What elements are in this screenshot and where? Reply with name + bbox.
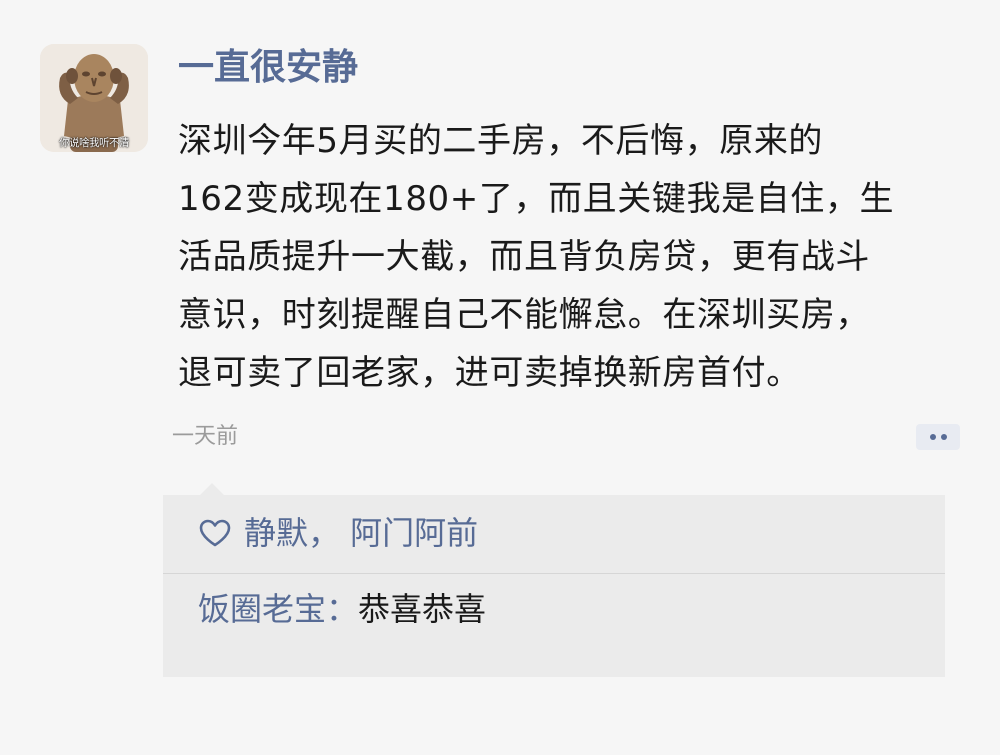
divider: [163, 573, 945, 574]
likes-names[interactable]: 静默， 阿门阿前: [244, 510, 478, 556]
heart-outline-icon: [199, 519, 231, 547]
username[interactable]: 一直很安静: [178, 44, 358, 92]
dot-icon: [930, 434, 936, 440]
post-content-line: 162变成现在180+了，而且关键我是自住，生: [178, 179, 895, 219]
dot-icon: [941, 434, 947, 440]
post-content-line: 退可卖了回老家，进可卖掉换新房首付。: [178, 353, 801, 393]
panel-pointer: [200, 483, 224, 495]
more-options-button[interactable]: [916, 424, 960, 450]
post-content-line: 活品质提升一大截，而且背负房贷，更有战斗: [178, 237, 870, 277]
comment-author[interactable]: 饭圈老宝: [198, 590, 326, 628]
comment-separator: ：: [326, 590, 359, 628]
comment-text: 恭喜恭喜: [358, 590, 487, 628]
avatar-caption: 你说啥我听不清: [59, 137, 130, 149]
avatar[interactable]: 你说啥我听不清: [40, 44, 148, 152]
post-content-line: 深圳今年5月买的二手房，不后悔，原来的: [178, 121, 824, 161]
comment-item[interactable]: 饭圈老宝：恭喜恭喜: [198, 586, 486, 632]
moments-post: 你说啥我听不清 一直很安静 深圳今年5月买的二手房，不后悔，原来的 162变成现…: [0, 0, 1000, 755]
likes-row: 静默， 阿门阿前: [198, 510, 478, 556]
post-content-line: 意识，时刻提醒自己不能懈怠。在深圳买房，: [178, 295, 870, 335]
statue-figure-icon: [40, 44, 148, 152]
post-content: 深圳今年5月买的二手房，不后悔，原来的 162变成现在180+了，而且关键我是自…: [178, 112, 968, 402]
post-timestamp: 一天前: [172, 424, 239, 449]
